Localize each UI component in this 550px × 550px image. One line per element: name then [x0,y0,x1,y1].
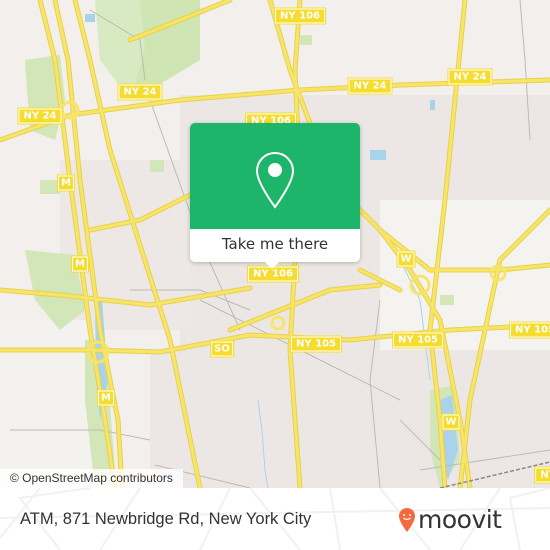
popup-pointer [264,261,280,269]
take-me-there-button[interactable]: Take me there [190,229,360,262]
route-shield-m: M [97,389,115,407]
route-shield-ny: NY [534,466,550,484]
route-shield-so: SO [210,340,234,358]
place-title: ATM, 871 Newbridge Rd, New York City [20,510,312,528]
route-shield-ny105: NY 105 [509,321,550,339]
route-shield-ny24: NY 24 [447,68,493,86]
route-shield-m: M [71,255,89,273]
map-pin-icon [255,151,295,209]
map-card: NY 106 NY 24 NY 24 NY 24 NY 24 NY 106 M … [0,0,550,550]
popup-header [190,123,360,229]
route-shield-w: W [441,413,461,431]
route-shield-ny105: NY 105 [290,335,342,353]
footer-bar: ATM, 871 Newbridge Rd, New York City moo… [0,488,550,550]
route-shield-ny24: NY 24 [347,77,393,95]
route-shield-ny106: NY 106 [274,7,326,25]
moovit-logo[interactable]: moovit [398,503,502,537]
route-shield-m: M [57,174,75,192]
location-popup: Take me there [190,123,360,269]
moovit-wordmark: moovit [418,505,502,534]
route-shield-ny105: NY 105 [392,331,444,349]
map-attribution[interactable]: © OpenStreetMap contributors [0,469,183,488]
route-shield-ny24: NY 24 [117,83,163,101]
moovit-pin-smile-icon [399,508,415,532]
route-shield-ny24: NY 24 [17,107,63,125]
route-shield-w: W [396,250,416,268]
